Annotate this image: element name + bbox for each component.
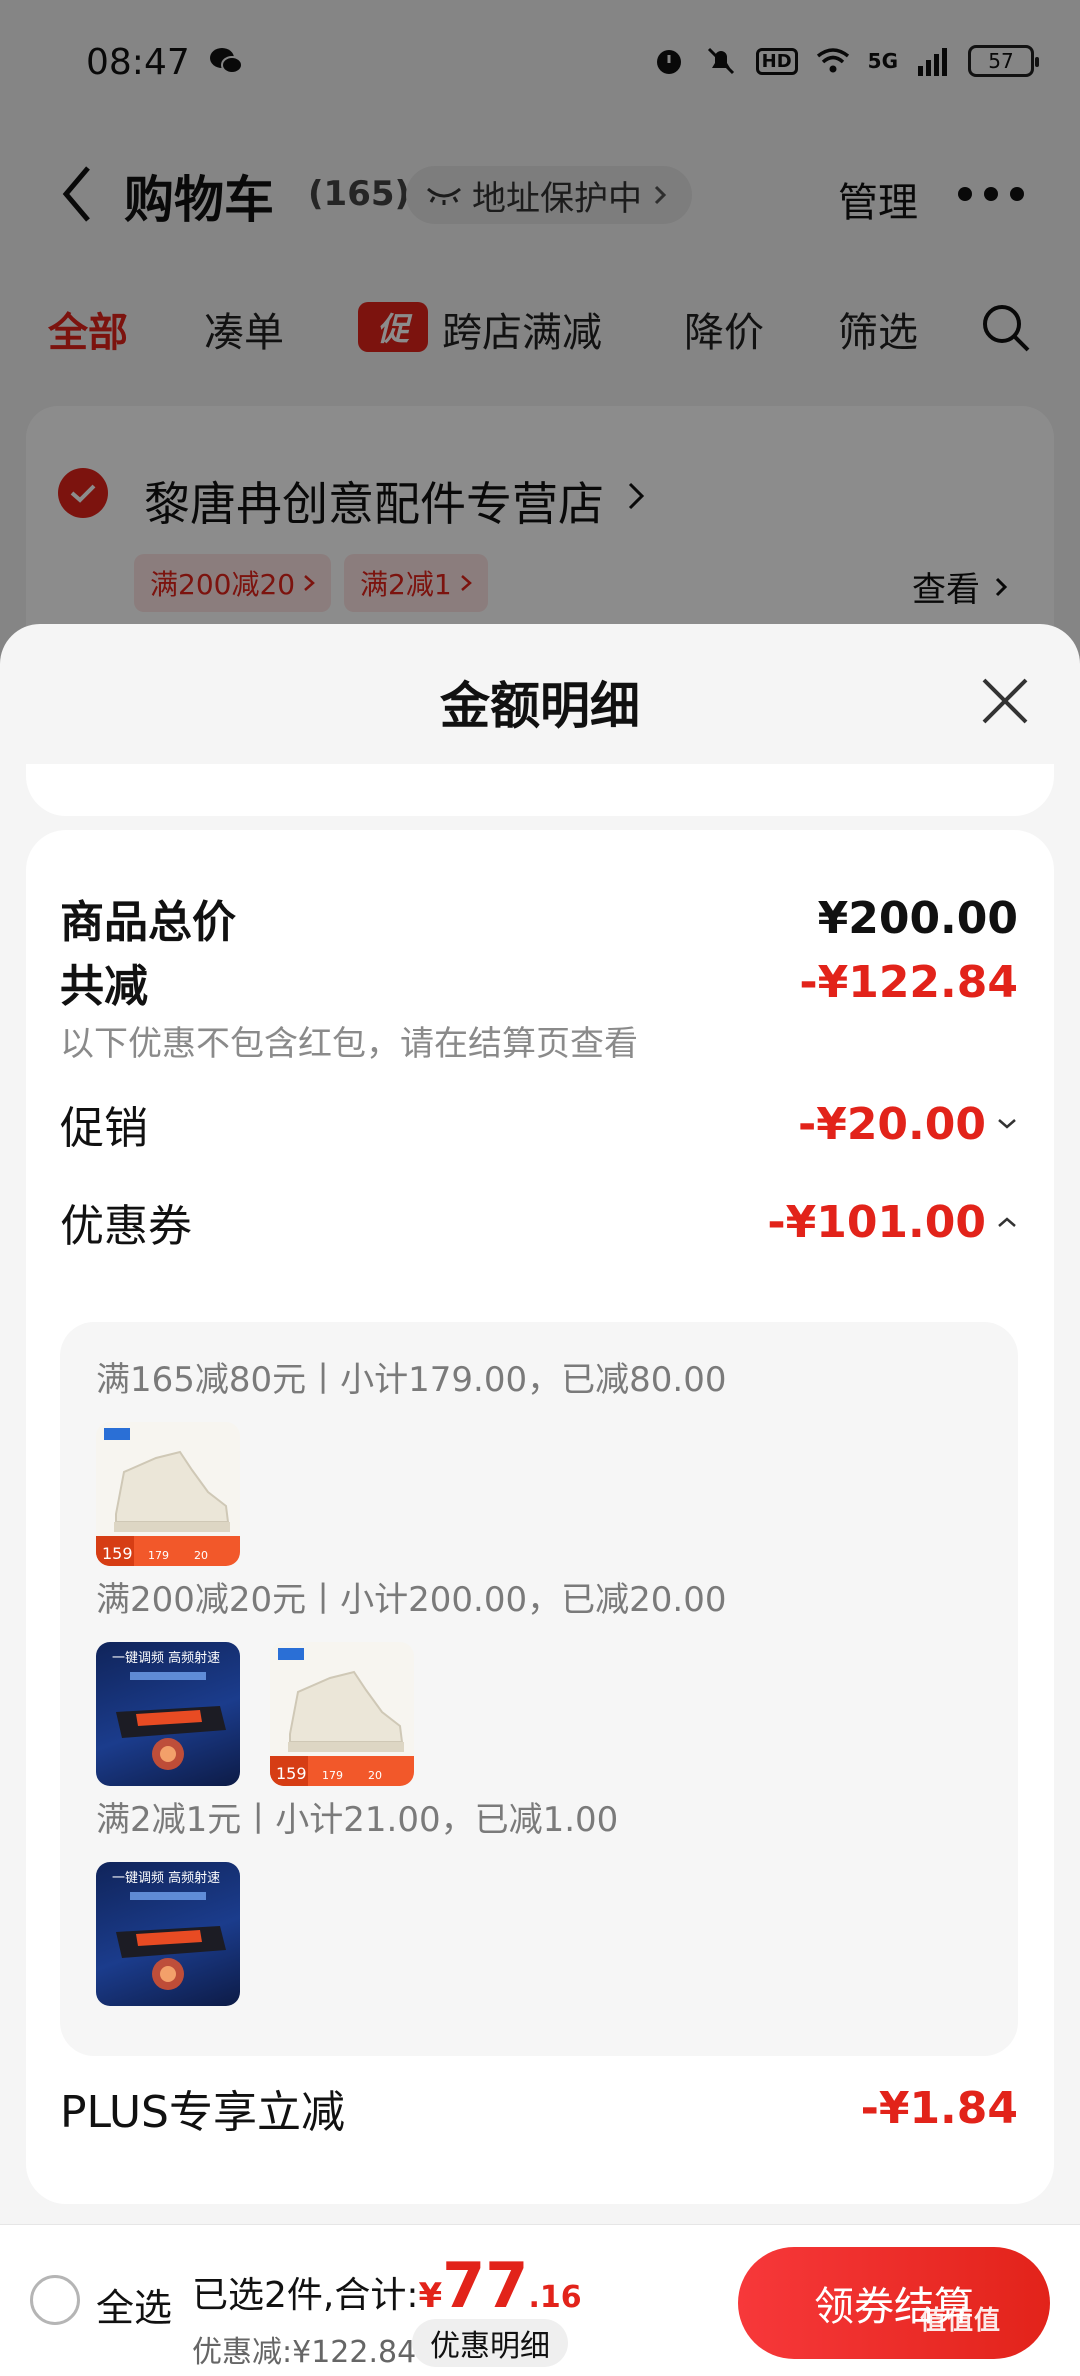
- product-thumbnail-fan[interactable]: 一键调频 高频射速: [96, 1862, 240, 2006]
- shoe-discount-text: 20: [368, 1769, 382, 1782]
- total-price-label: 商品总价: [60, 897, 236, 948]
- coupon-value-group: -¥101.00: [767, 1197, 1018, 1248]
- checkout-bar: 全选 已选2件,合计: ¥ 77 .16 优惠减:¥122.84 优惠明细 领券…: [0, 2224, 1080, 2376]
- selected-summary: 已选2件,合计: ¥ 77 .16: [192, 2255, 582, 2318]
- plus-discount-value: -¥1.84: [860, 2082, 1018, 2134]
- discount-detail-button[interactable]: 优惠明细: [412, 2319, 568, 2367]
- coupon-label: 优惠券: [60, 1201, 192, 1252]
- total-price-row: 商品总价 ¥200.00: [60, 886, 1018, 950]
- cooling-fan-image: 一键调频 高频射速: [112, 1650, 226, 1770]
- sneaker-image: 159 179 20: [270, 1648, 414, 1786]
- shoe-orig-price-text: 179: [322, 1769, 343, 1782]
- select-all-checkbox[interactable]: [30, 2275, 80, 2325]
- coupon-row[interactable]: 优惠券 -¥101.00: [60, 1190, 1018, 1254]
- watermark-logo: 值值值: [920, 2306, 1002, 2336]
- fan-caption-text: 一键调频 高频射速: [112, 1650, 220, 1666]
- promotion-label: 促销: [60, 1103, 148, 1154]
- product-thumbnail-shoe[interactable]: 159 179 20: [270, 1642, 414, 1786]
- amount-detail-sheet: 金额明细 商品总价 ¥200.00 共减 -¥122.84 以下优惠不包含红包，…: [0, 624, 1080, 2224]
- sheet-title: 金额明细: [440, 677, 640, 735]
- shoe-price-text: 159: [276, 1764, 307, 1783]
- amount-detail-card: 商品总价 ¥200.00 共减 -¥122.84 以下优惠不包含红包，请在结算页…: [26, 830, 1054, 2204]
- shoe-discount-text: 20: [194, 1549, 208, 1562]
- promotion-value-group: -¥20.00: [798, 1099, 1018, 1150]
- coupon-value: -¥101.00: [767, 1196, 986, 1248]
- total-amount-integer: 77: [442, 2249, 529, 2322]
- reduce-note: 以下优惠不包含红包，请在结算页查看: [60, 1024, 638, 1064]
- select-all-label[interactable]: 全选: [96, 2277, 172, 2332]
- checkout-button[interactable]: 领券结算: [738, 2247, 1050, 2359]
- close-icon[interactable]: [980, 676, 1030, 726]
- fan-caption-text: 一键调频 高频射速: [112, 1870, 220, 1886]
- product-thumbnail-fan[interactable]: 一键调频 高频射速: [96, 1642, 240, 1786]
- shoe-orig-price-text: 179: [148, 1549, 169, 1562]
- discount-summary: 优惠减:¥122.84: [192, 2335, 417, 2370]
- plus-discount-row: PLUS专享立减 -¥1.84: [60, 2076, 1018, 2140]
- coupon-line: 满200减20元丨小计200.00，已减20.00: [96, 1580, 727, 1620]
- coupon-line: 满165减80元丨小计179.00，已减80.00: [96, 1360, 727, 1400]
- chevron-down-icon: [998, 1119, 1016, 1129]
- chevron-up-icon: [998, 1217, 1016, 1227]
- total-price-value: ¥200.00: [817, 892, 1018, 944]
- collapsed-section: [26, 764, 1054, 816]
- plus-discount-label: PLUS专享立减: [60, 2087, 345, 2138]
- selected-count-text: 已选2件,合计:: [192, 2275, 419, 2316]
- modal-overlay[interactable]: [0, 0, 1080, 700]
- total-reduce-value: -¥122.84: [799, 956, 1018, 1008]
- total-currency: ¥: [418, 2276, 443, 2316]
- promotion-value: -¥20.00: [797, 1098, 986, 1150]
- shoe-price-text: 159: [102, 1544, 133, 1563]
- coupon-detail-box: 满165减80元丨小计179.00，已减80.00 159 179 20 满20…: [60, 1322, 1018, 2056]
- total-amount-decimal: .16: [528, 2280, 582, 2315]
- coupon-line: 满2减1元丨小计21.00，已减1.00: [96, 1800, 619, 1840]
- cooling-fan-image: 一键调频 高频射速: [112, 1870, 226, 1990]
- total-reduce-row: 共减 -¥122.84: [60, 950, 1018, 1014]
- product-thumbnail-shoe[interactable]: 159 179 20: [96, 1422, 240, 1566]
- sneaker-image: 159 179 20: [96, 1428, 240, 1566]
- promotion-row[interactable]: 促销 -¥20.00: [60, 1092, 1018, 1156]
- total-reduce-label: 共减: [60, 961, 148, 1012]
